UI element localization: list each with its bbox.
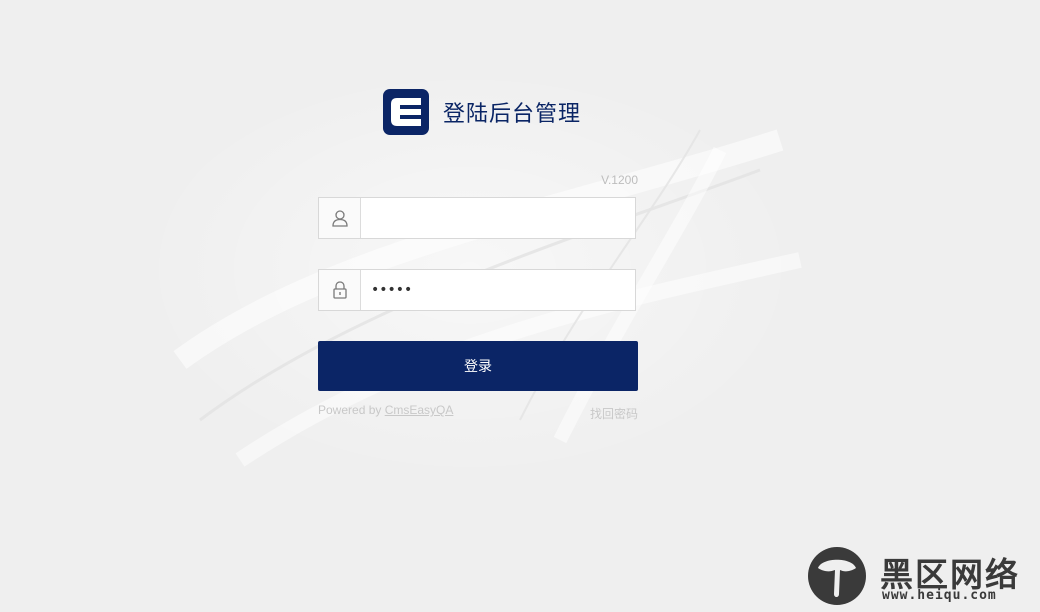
login-button[interactable]: 登录: [318, 341, 638, 391]
forgot-password-link[interactable]: 找回密码: [560, 405, 638, 422]
lock-icon: [319, 270, 361, 310]
cmseasy-logo-icon: [383, 89, 429, 135]
username-field: [318, 197, 636, 239]
header: 登陆后台管理: [383, 88, 581, 136]
password-field: [318, 269, 636, 311]
powered-link[interactable]: CmsEasyQA: [385, 403, 454, 417]
watermark-url: www.heiqu.com: [882, 588, 997, 603]
powered-prefix: Powered by: [318, 403, 385, 417]
user-icon: [319, 198, 361, 238]
username-input[interactable]: [361, 198, 635, 238]
password-input[interactable]: [361, 270, 635, 310]
powered-by: Powered by CmsEasyQA: [318, 403, 453, 417]
page-title: 登陆后台管理: [443, 102, 582, 127]
version-label: V.1200: [601, 173, 638, 187]
